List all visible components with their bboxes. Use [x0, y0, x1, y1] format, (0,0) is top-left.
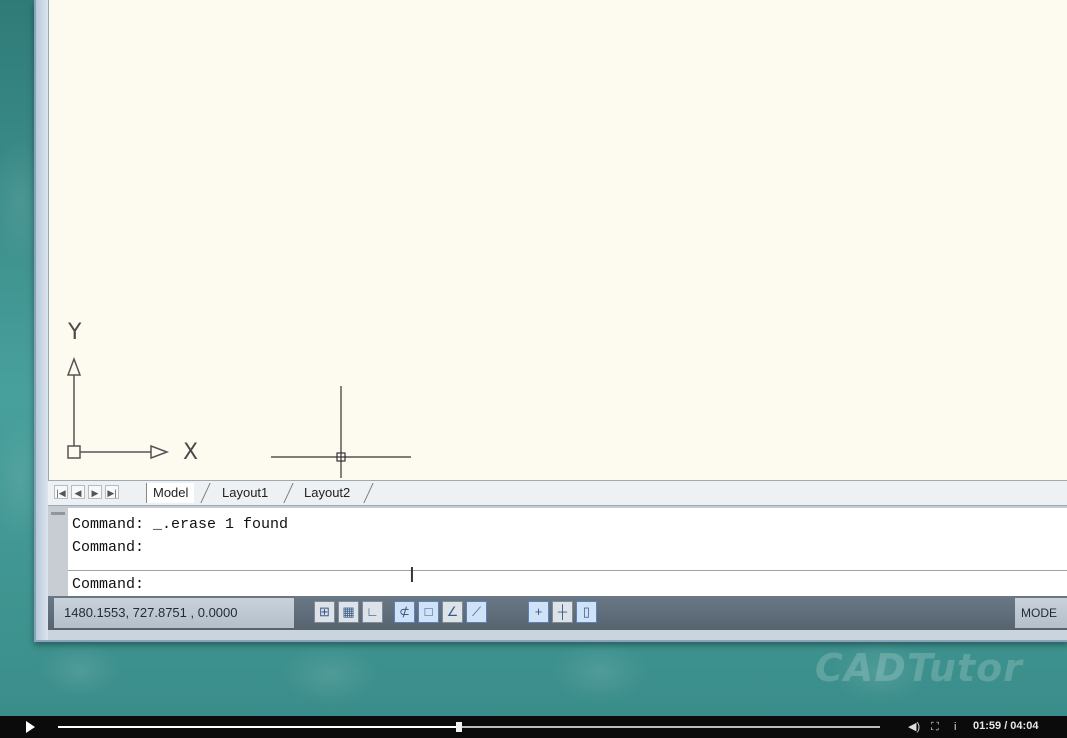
command-window-grip[interactable]	[48, 508, 68, 598]
tab-separator	[355, 483, 374, 503]
layout-tab-bar: |◀ ◀ ▶ ▶| Model Layout1 Layout2	[48, 480, 1067, 506]
qp-icon[interactable]: ▯	[576, 601, 597, 623]
info-icon[interactable]: i	[954, 720, 956, 734]
fullscreen-icon[interactable]: ⛶	[931, 720, 939, 734]
seek-track[interactable]	[58, 722, 880, 732]
tab-layout2[interactable]: Layout2	[298, 483, 356, 503]
play-icon[interactable]	[26, 721, 35, 733]
ortho-icon[interactable]: ∟	[362, 601, 383, 623]
model-space-button[interactable]: MODE	[1015, 598, 1067, 628]
ducs-icon[interactable]: ⟋	[466, 601, 487, 623]
last-tab-button[interactable]: ▶|	[105, 485, 119, 499]
command-history-line: Command:	[72, 539, 145, 556]
tab-separator	[192, 483, 211, 503]
text-cursor-icon: Ⅰ	[409, 563, 415, 587]
tab-model[interactable]: Model	[146, 483, 195, 503]
prev-tab-button[interactable]: ◀	[71, 485, 85, 499]
tab-layout1[interactable]: Layout1	[216, 483, 274, 503]
osnap-icon[interactable]: □	[418, 601, 439, 623]
drawing-canvas[interactable]: Y X	[48, 0, 1067, 480]
video-player-bar: ◀) ⛶ i 01:59 / 04:04	[0, 716, 1067, 738]
window-frame-left	[36, 0, 48, 640]
command-history-line: Command: _.erase 1 found	[72, 516, 289, 533]
dyn-icon[interactable]: +	[528, 601, 549, 623]
grid-icon[interactable]: ▦	[338, 601, 359, 623]
status-bar: 1480.1553, 727.8751 , 0.0000 ⊞ ▦ ∟ ⊄ □ ∠…	[48, 596, 1067, 630]
crosshair-cursor	[271, 386, 411, 478]
coordinate-readout[interactable]: 1480.1553, 727.8751 , 0.0000	[54, 598, 294, 628]
seek-thumb[interactable]	[456, 722, 463, 732]
playback-time: 01:59 / 04:04	[973, 720, 1039, 732]
lwt-icon[interactable]: ┼	[552, 601, 573, 623]
next-tab-button[interactable]: ▶	[88, 485, 102, 499]
command-divider	[68, 570, 1067, 571]
cadtutor-watermark: CADTutor	[815, 646, 1023, 690]
grip-bar	[51, 512, 65, 515]
command-window: Command: _.erase 1 found Command: Comman…	[48, 506, 1067, 598]
volume-icon[interactable]: ◀)	[908, 720, 920, 734]
snap-icon[interactable]: ⊞	[314, 601, 335, 623]
seek-progress	[58, 726, 460, 728]
tab-separator	[275, 483, 294, 503]
polar-icon[interactable]: ⊄	[394, 601, 415, 623]
first-tab-button[interactable]: |◀	[54, 485, 68, 499]
command-prompt-input[interactable]: Command:	[72, 576, 144, 593]
otrack-icon[interactable]: ∠	[442, 601, 463, 623]
autocad-window: Y X |◀ ◀ ▶ ▶| Model Layout1 Layout2 Comm…	[34, 0, 1067, 642]
